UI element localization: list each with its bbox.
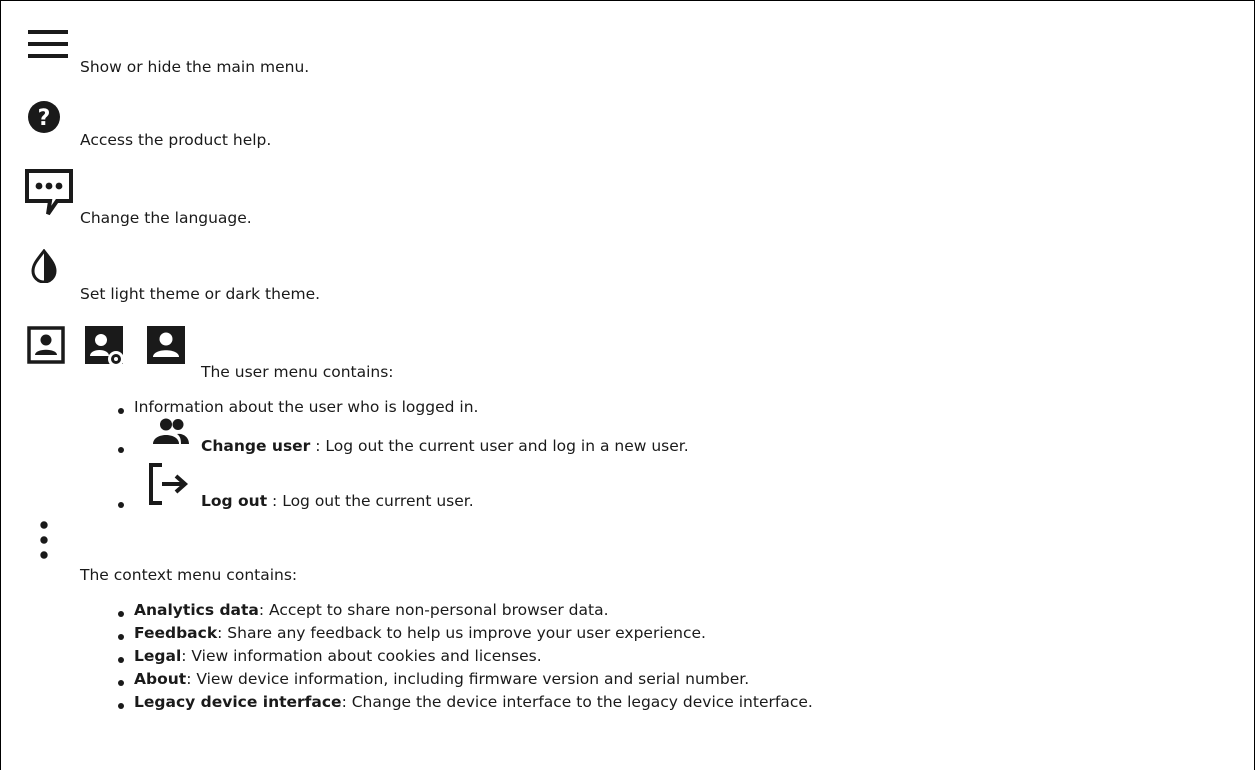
context-item-text: : Share any feedback to help us improve … — [217, 624, 706, 642]
language-description: Change the language. — [80, 209, 252, 227]
user-menu-description: The user menu contains: — [201, 363, 394, 381]
context-item-analytics: Analytics data: Accept to share non-pers… — [134, 601, 609, 619]
language-icon — [24, 168, 74, 216]
help-icon: ? — [28, 101, 60, 133]
list-bullet — [118, 611, 124, 617]
logout-text: : Log out the current user. — [267, 492, 474, 510]
list-bullet — [118, 680, 124, 686]
user-info-item: Information about the user who is logged… — [134, 398, 479, 416]
theme-icon — [31, 249, 57, 283]
change-user-item: Change user : Log out the current user a… — [201, 437, 689, 455]
context-item-legacy: Legacy device interface: Change the devi… — [134, 693, 813, 711]
context-item-label: Analytics data — [134, 601, 259, 619]
change-user-text: : Log out the current user and log in a … — [310, 437, 689, 455]
context-item-text: : View information about cookies and lic… — [181, 647, 542, 665]
user-icon — [27, 326, 65, 364]
svg-text:?: ? — [38, 106, 51, 131]
list-bullet — [118, 703, 124, 709]
logout-label: Log out — [201, 492, 268, 510]
logout-item: Log out : Log out the current user. — [201, 492, 474, 510]
context-item-label: Legal — [134, 647, 182, 665]
list-bullet — [118, 657, 124, 663]
user-settings-icon — [85, 326, 125, 368]
context-menu-description: The context menu contains: — [80, 566, 298, 584]
context-item-feedback: Feedback: Share any feedback to help us … — [134, 624, 706, 642]
theme-description: Set light theme or dark theme. — [80, 285, 321, 303]
change-user-label: Change user — [201, 437, 311, 455]
list-bullet — [118, 634, 124, 640]
user-filled-icon — [147, 326, 185, 364]
menu-description: Show or hide the main menu. — [80, 58, 310, 76]
context-item-about: About: View device information, includin… — [134, 670, 749, 688]
context-item-text: : Change the device interface to the leg… — [341, 693, 813, 711]
logout-icon — [148, 462, 190, 506]
help-description: Access the product help. — [80, 131, 272, 149]
list-bullet — [118, 447, 124, 453]
change-user-icon — [153, 418, 189, 444]
more-vertical-icon — [40, 521, 48, 559]
context-item-legal: Legal: View information about cookies an… — [134, 647, 542, 665]
context-item-label: Feedback — [134, 624, 218, 642]
context-item-text: : Accept to share non-personal browser d… — [258, 601, 609, 619]
context-item-text: : View device information, including fir… — [186, 670, 750, 688]
context-item-label: About — [134, 670, 187, 688]
menu-icon — [28, 30, 68, 58]
context-item-label: Legacy device interface — [134, 693, 342, 711]
list-bullet — [118, 502, 124, 508]
list-bullet — [118, 408, 124, 414]
